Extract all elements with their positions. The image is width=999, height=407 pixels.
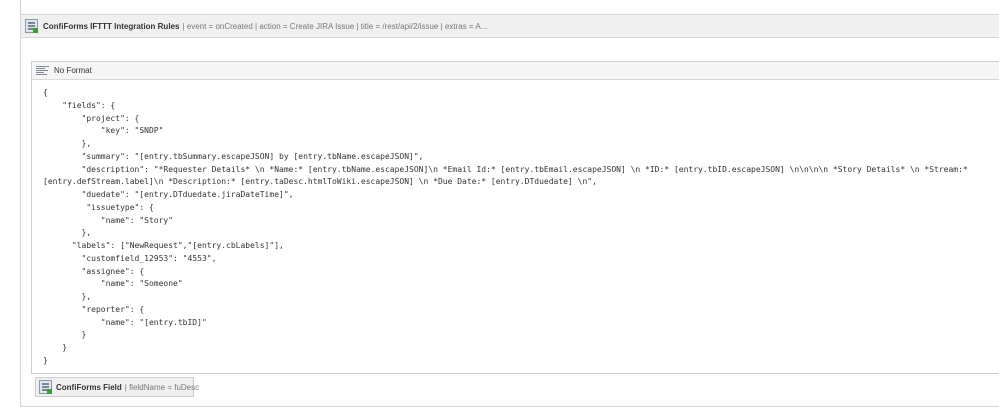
confiforms-field-icon: [39, 380, 52, 394]
no-format-code-block[interactable]: { "fields": { "project": { "key": "SNDP"…: [32, 80, 999, 368]
field-macro-title: ConfiForms Field: [56, 382, 122, 392]
no-format-macro[interactable]: No Format { "fields": { "project": { "ke…: [31, 61, 999, 374]
confiforms-field-macro[interactable]: ConfiForms Field | fieldName = fuDesc: [35, 377, 199, 397]
field-macro-params: | fieldName = fuDesc: [124, 382, 200, 392]
ifttt-macro-title: ConfiForms IFTTT Integration Rules: [43, 21, 180, 31]
editor-top-strip: [20, 0, 999, 14]
confiforms-macro-icon: [25, 19, 38, 33]
no-format-header[interactable]: No Format: [32, 62, 999, 80]
ifttt-macro-params: | event = onCreated | action = Create JI…: [182, 21, 488, 31]
ifttt-macro-header[interactable]: ConfiForms IFTTT Integration Rules | eve…: [21, 15, 999, 38]
no-format-title: No Format: [54, 66, 92, 75]
no-format-icon: [36, 66, 49, 75]
ifttt-integration-macro[interactable]: ConfiForms IFTTT Integration Rules | eve…: [20, 14, 999, 407]
